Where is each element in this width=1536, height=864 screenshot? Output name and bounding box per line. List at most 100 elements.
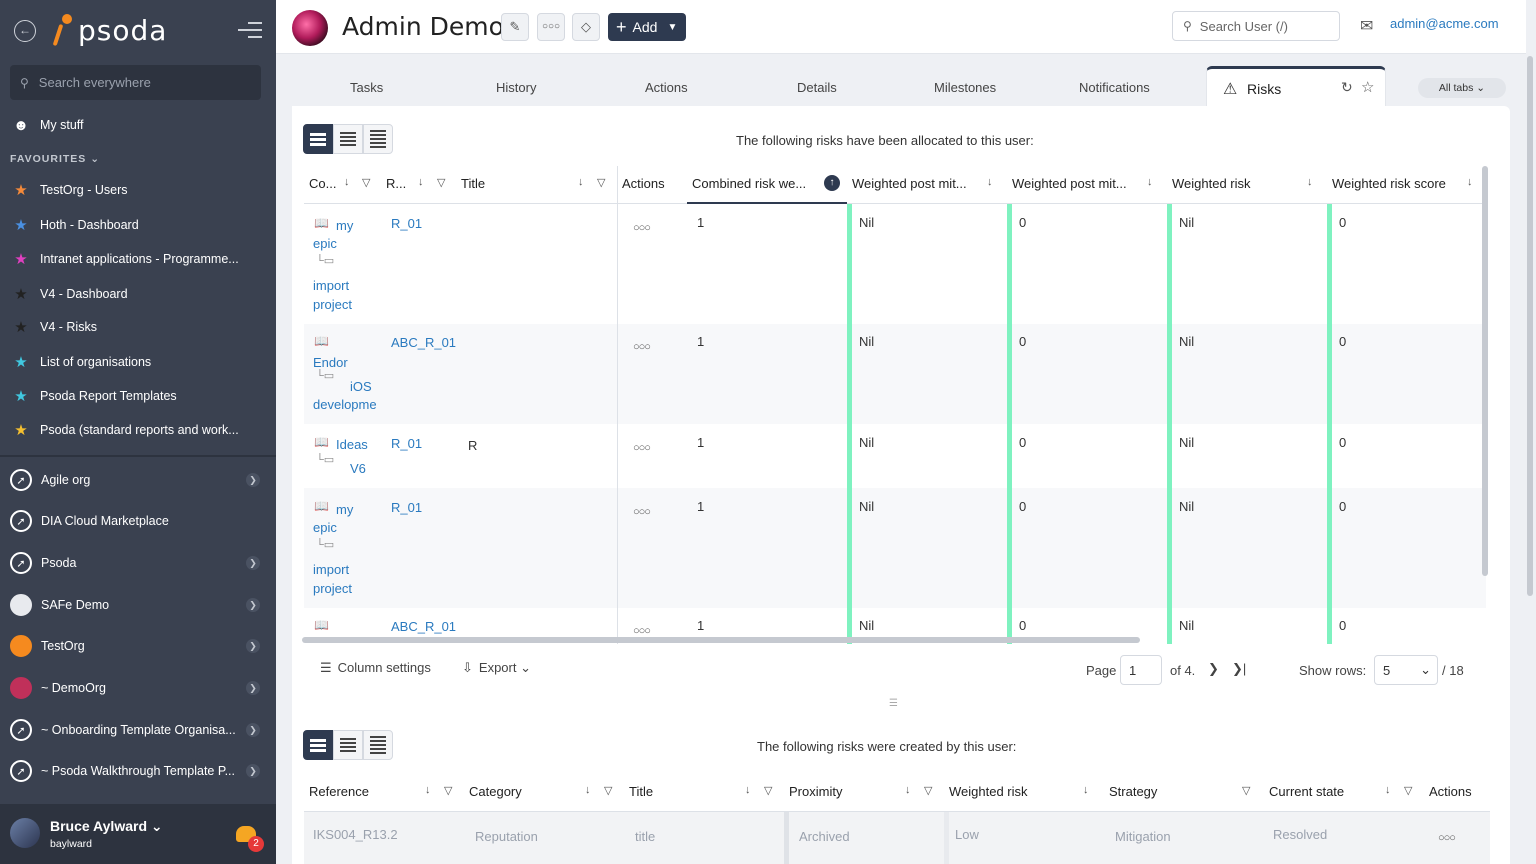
context-link[interactable]: epic <box>313 520 337 535</box>
refresh-icon[interactable]: ↻ <box>1341 79 1353 96</box>
row-actions-icon[interactable]: ○○○ <box>633 506 651 518</box>
org-item[interactable]: SAFe Demo ❯ <box>10 588 266 622</box>
all-tabs-dropdown[interactable]: All tabs ⌄ <box>1418 78 1506 98</box>
col-weighted-risk[interactable]: Weighted risk <box>1172 176 1251 191</box>
favourite-item[interactable]: ★ Intranet applications - Programme... <box>10 245 266 273</box>
sort-icon[interactable]: ↓ <box>1467 176 1473 188</box>
context-link[interactable]: epic <box>313 236 337 251</box>
psoda-logo[interactable]: psoda <box>52 12 167 48</box>
filter-icon[interactable]: ▽ <box>604 784 612 797</box>
page-number-input[interactable]: 1 <box>1120 655 1162 685</box>
view-comfortable-icon[interactable] <box>303 124 333 154</box>
next-page-icon[interactable]: ❯ <box>1208 661 1219 677</box>
view-compact-icon[interactable] <box>333 730 363 760</box>
col-combined-risk[interactable]: Combined risk we... <box>692 176 806 191</box>
back-icon[interactable]: ← <box>14 20 36 42</box>
export-button[interactable]: ⇩ Export ⌄ <box>462 660 531 676</box>
col-weighted-risk[interactable]: Weighted risk <box>949 784 1028 799</box>
sort-icon[interactable]: ↓ <box>585 784 591 796</box>
column-settings-button[interactable]: ☰ Column settings <box>320 660 431 676</box>
filter-icon[interactable]: ▽ <box>362 176 370 189</box>
context-link[interactable]: iOS <box>350 379 372 394</box>
org-item[interactable]: TestOrg ❯ <box>10 629 266 663</box>
context-link[interactable]: my <box>336 502 353 517</box>
col-title[interactable]: Title <box>461 176 485 191</box>
favourite-item[interactable]: ★ V4 - Risks <box>10 313 266 341</box>
col-title[interactable]: Title <box>629 784 653 799</box>
tab-tasks[interactable]: Tasks <box>350 80 383 95</box>
row-actions-icon[interactable]: ○○○ <box>1438 832 1456 844</box>
context-link[interactable]: import <box>313 562 349 577</box>
tab-details[interactable]: Details <box>797 80 837 95</box>
risk-reference-link[interactable]: ABC_R_01 <box>391 335 456 350</box>
favourite-item[interactable]: ★ V4 - Dashboard <box>10 280 266 308</box>
tab-notifications[interactable]: Notifications <box>1079 80 1150 95</box>
table-horizontal-scrollbar[interactable] <box>302 637 1478 643</box>
col-strategy[interactable]: Strategy <box>1109 784 1157 799</box>
more-options-icon[interactable]: ○○○ <box>537 13 565 41</box>
row-actions-icon[interactable]: ○○○ <box>633 442 651 454</box>
col-weighted-post-mit-1[interactable]: Weighted post mit... <box>852 176 967 191</box>
filter-icon[interactable]: ▽ <box>764 784 772 797</box>
sort-icon[interactable]: ↓ <box>745 784 751 796</box>
tab-history[interactable]: History <box>496 80 536 95</box>
org-item[interactable]: ~ DemoOrg ❯ <box>10 671 266 705</box>
chevron-right-icon[interactable]: ❯ <box>246 556 260 570</box>
col-weighted-risk-score[interactable]: Weighted risk score <box>1332 176 1446 191</box>
last-page-icon[interactable]: ❯| <box>1232 661 1246 677</box>
edit-pencil-icon[interactable]: ✎ <box>501 13 529 41</box>
context-link[interactable]: Ideas <box>336 437 368 452</box>
context-link[interactable]: project <box>313 297 352 312</box>
tag-icon[interactable]: ◇ <box>572 13 600 41</box>
org-item[interactable]: ➚ ~ Psoda Walkthrough Template P... ❯ <box>10 754 266 788</box>
favourite-item[interactable]: ★ Hoth - Dashboard <box>10 211 266 239</box>
view-compact-icon[interactable] <box>333 124 363 154</box>
chevron-right-icon[interactable]: ❯ <box>246 681 260 695</box>
resize-handle-icon[interactable]: ☰ <box>889 698 898 709</box>
page-scrollbar[interactable] <box>1527 56 1533 596</box>
sort-icon[interactable]: ↓ <box>578 176 584 188</box>
view-dense-icon[interactable] <box>363 124 393 154</box>
user-search-input[interactable]: ⚲ Search User (/) <box>1172 11 1340 41</box>
user-name[interactable]: Bruce Aylward ⌄ <box>50 818 163 835</box>
risk-reference-link[interactable]: R_01 <box>391 436 422 451</box>
risk-reference-link[interactable]: R_01 <box>391 216 422 231</box>
filter-icon[interactable]: ▽ <box>444 784 452 797</box>
chevron-right-icon[interactable]: ❯ <box>246 598 260 612</box>
context-link[interactable]: my <box>336 218 353 233</box>
avatar[interactable] <box>10 818 40 848</box>
context-link[interactable]: Endor <box>313 355 348 370</box>
sort-icon[interactable]: ↓ <box>1083 784 1089 796</box>
tab-milestones[interactable]: Milestones <box>934 80 996 95</box>
user-menu[interactable]: Bruce Aylward ⌄ baylward 2 <box>0 804 276 864</box>
org-item[interactable]: ➚ DIA Cloud Marketplace <box>10 504 266 538</box>
risk-reference-link[interactable]: ABC_R_01 <box>391 619 456 634</box>
sort-icon[interactable]: ↓ <box>1385 784 1391 796</box>
user-email-link[interactable]: admin@acme.com <box>1390 16 1499 31</box>
col-context[interactable]: Co... <box>309 176 336 191</box>
favourite-item[interactable]: ★ List of organisations <box>10 348 266 376</box>
row-actions-icon[interactable]: ○○○ <box>633 625 651 637</box>
chevron-right-icon[interactable]: ❯ <box>246 639 260 653</box>
sort-icon[interactable]: ↓ <box>344 176 350 188</box>
col-reference[interactable]: R... <box>386 176 406 191</box>
sort-icon[interactable]: ↓ <box>905 784 911 796</box>
chevron-right-icon[interactable]: ❯ <box>246 723 260 737</box>
chevron-right-icon[interactable]: ❯ <box>246 764 260 778</box>
sort-icon[interactable]: ↓ <box>418 176 424 188</box>
chevron-right-icon[interactable]: ❯ <box>246 473 260 487</box>
context-link[interactable]: project <box>313 581 352 596</box>
filter-icon[interactable]: ▽ <box>1404 784 1412 797</box>
org-item[interactable]: ➚ Agile org ❯ <box>10 463 266 497</box>
favourites-heading[interactable]: FAVOURITES ⌄ <box>10 153 100 165</box>
col-proximity[interactable]: Proximity <box>789 784 842 799</box>
org-item[interactable]: ➚ Psoda ❯ <box>10 546 266 580</box>
context-link[interactable]: import <box>313 278 349 293</box>
org-item[interactable]: ➚ ~ Onboarding Template Organisa... ❯ <box>10 713 266 747</box>
favourite-item[interactable]: ★ TestOrg - Users <box>10 176 266 204</box>
collapse-menu-icon[interactable] <box>238 22 262 43</box>
global-search-input[interactable]: ⚲ Search everywhere <box>10 65 261 100</box>
sort-icon[interactable]: ↓ <box>425 784 431 796</box>
table-vertical-scrollbar[interactable] <box>1482 166 1488 576</box>
add-button[interactable]: + Add ▼ <box>608 13 686 41</box>
